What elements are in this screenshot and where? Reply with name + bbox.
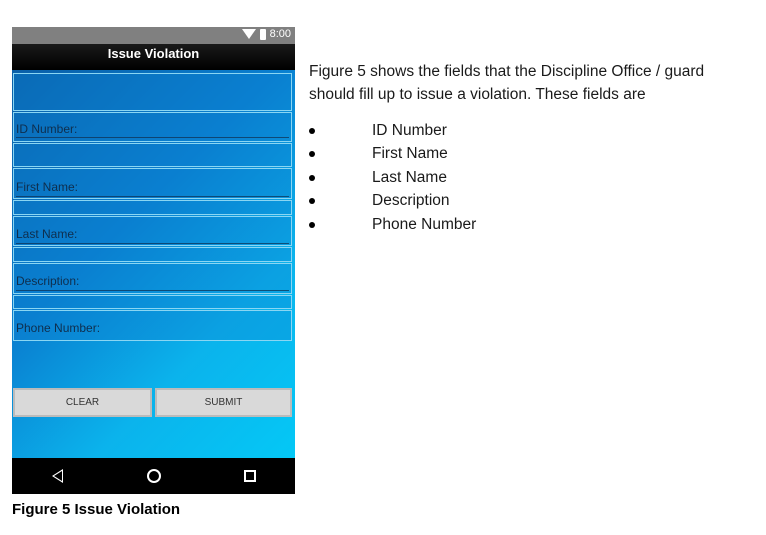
home-icon[interactable] (147, 469, 161, 483)
id-number-input[interactable] (13, 143, 292, 167)
app-title: Issue Violation (12, 44, 295, 70)
bullet-icon (309, 221, 315, 228)
spacer-row (13, 73, 292, 111)
description-paragraph: Figure 5 shows the fields that the Disci… (309, 63, 705, 103)
description-field[interactable]: Description: (13, 263, 292, 294)
phone-number-field[interactable]: Phone Number: (13, 310, 292, 341)
nav-bar (12, 458, 295, 494)
bullet-icon (309, 128, 315, 134)
wifi-icon (241, 29, 256, 39)
battery-icon (259, 28, 266, 40)
status-bar: 8:00 (12, 27, 295, 44)
last-name-field[interactable]: Last Name: (13, 216, 292, 246)
back-icon[interactable] (52, 469, 63, 483)
status-time: 8:00 (269, 28, 291, 40)
field-label: Description: (16, 274, 80, 288)
clear-button[interactable]: CLEAR (13, 388, 152, 417)
field-label: First Name: (16, 180, 79, 194)
bullet-icon (309, 198, 315, 205)
figure-caption: Figure 5 Issue Violation (12, 501, 181, 518)
field-label: ID Number: (16, 122, 78, 136)
submit-button[interactable]: SUBMIT (155, 388, 292, 417)
field-label: Phone Number: (16, 321, 101, 335)
first-name-field[interactable]: First Name: (13, 168, 292, 199)
recent-apps-icon[interactable] (244, 470, 256, 482)
bullet-icon (309, 174, 315, 181)
field-label: Last Name: (16, 227, 78, 241)
form-screen: ID Number: First Name: Last Name: Descri… (12, 70, 295, 458)
phone-screenshot: 8:00 Issue Violation ID Number: First Na… (12, 27, 295, 494)
description-input[interactable] (13, 295, 292, 309)
bullet-icon (309, 151, 315, 158)
id-number-field[interactable]: ID Number: (13, 112, 292, 142)
last-name-input[interactable] (13, 247, 292, 262)
first-name-input[interactable] (13, 200, 292, 215)
